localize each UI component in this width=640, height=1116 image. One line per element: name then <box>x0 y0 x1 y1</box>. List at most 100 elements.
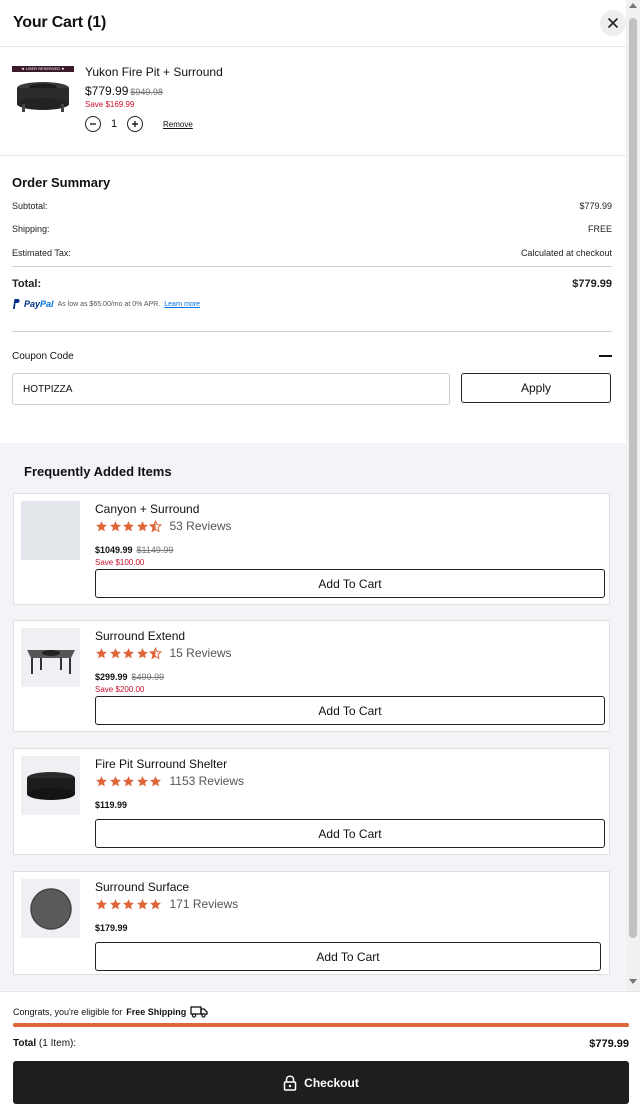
star-full-icon <box>136 520 148 531</box>
subtotal-label: Subtotal: <box>12 201 48 211</box>
checkout-label: Checkout <box>304 1075 359 1090</box>
cart-item-name[interactable]: Yukon Fire Pit + Surround <box>85 65 223 79</box>
star-rating: 53 Reviews <box>95 519 232 533</box>
product-image-placeholder[interactable] <box>21 501 80 560</box>
collapse-coupon-icon[interactable] <box>599 355 612 357</box>
cart-line-item: ★ USER RESERVED ★ Yukon Fire Pit + Surro… <box>0 48 626 156</box>
footer-total-label-rest: (1 Item): <box>36 1038 77 1049</box>
product-price: $119.99 <box>95 800 127 810</box>
add-to-cart-button[interactable]: Add To Cart <box>95 696 605 725</box>
apply-coupon-button[interactable]: Apply <box>461 373 611 403</box>
footer-total-label: Total (1 Item): <box>13 1038 76 1050</box>
star-full-icon <box>96 647 107 658</box>
surround-surface-image <box>29 887 72 930</box>
product-name[interactable]: Surround Extend <box>95 629 185 643</box>
checkout-button[interactable]: Checkout <box>13 1061 629 1104</box>
product-image[interactable] <box>21 756 80 815</box>
product-name[interactable]: Fire Pit Surround Shelter <box>95 757 227 771</box>
review-count[interactable]: 171 Reviews <box>170 897 239 911</box>
product-card: Surround Extend 15 Reviews $299.99 $499.9… <box>13 620 610 732</box>
fire-pit-image <box>17 82 69 112</box>
cart-item-price: $779.99 $949.98 <box>85 84 223 98</box>
product-card: Fire Pit Surround Shelter 1153 Reviews $… <box>13 748 610 855</box>
quantity-value: 1 <box>110 118 118 130</box>
add-to-cart-button[interactable]: Add To Cart <box>95 942 601 971</box>
product-image[interactable] <box>21 879 80 938</box>
order-summary-heading: Order Summary <box>12 175 111 190</box>
tax-label: Estimated Tax: <box>12 248 71 258</box>
paypal-logo-pay: Pay <box>24 299 41 309</box>
close-button[interactable] <box>600 10 626 36</box>
product-card: Surround Surface 171 Reviews $179.99 Add… <box>13 871 610 975</box>
scroll-down-icon[interactable] <box>629 979 637 984</box>
product-sale-price: $299.99 <box>95 672 128 682</box>
product-name[interactable]: Surround Surface <box>95 880 189 894</box>
product-card: Canyon + Surround 53 Reviews $1049.99 $11… <box>13 493 610 605</box>
badge-label: ★ USER RESERVED ★ <box>21 66 65 71</box>
increase-quantity-button[interactable] <box>127 116 143 132</box>
decrease-quantity-button[interactable] <box>85 116 101 132</box>
cart-footer: Congrats, you're eligible for Free Shipp… <box>0 991 640 1116</box>
free-shipping-bold: Free Shipping <box>126 1007 187 1017</box>
star-full-icon <box>150 775 161 786</box>
star-rating: 15 Reviews <box>95 646 232 660</box>
cart-header: Your Cart (1) <box>0 0 626 47</box>
cart-item-compare-price: $949.98 <box>130 87 163 97</box>
footer-total-label-bold: Total <box>13 1038 37 1049</box>
star-full-icon <box>150 898 161 909</box>
paypal-learn-more-link[interactable]: Learn more <box>164 301 200 308</box>
star-full-icon <box>136 898 148 909</box>
footer-total-value: $779.99 <box>589 1038 629 1050</box>
star-full-icon <box>123 520 134 531</box>
product-sale-price: $1049.99 <box>95 545 133 555</box>
product-image[interactable] <box>21 628 80 687</box>
shipping-row: Shipping: FREE <box>12 224 612 234</box>
star-half-icon <box>149 646 162 659</box>
remove-link[interactable]: Remove <box>163 120 193 129</box>
review-count[interactable]: 1153 Reviews <box>170 774 244 788</box>
subtotal-row: Subtotal: $779.99 <box>12 201 612 211</box>
coupon-input[interactable] <box>12 373 450 405</box>
cart-item-image[interactable]: ★ USER RESERVED ★ <box>12 66 74 116</box>
add-to-cart-button[interactable]: Add To Cart <box>95 569 605 598</box>
scrollbar[interactable] <box>626 0 640 991</box>
review-count[interactable]: 53 Reviews <box>170 519 232 533</box>
cart-title: Your Cart (1) <box>13 14 107 31</box>
quantity-stepper: 1 Remove <box>85 116 223 132</box>
paypal-logo: PayPal <box>24 299 54 309</box>
product-name[interactable]: Canyon + Surround <box>95 502 199 516</box>
paypal-icon <box>13 299 20 309</box>
star-rating: 1153 Reviews <box>95 774 244 788</box>
review-count[interactable]: 15 Reviews <box>170 646 232 660</box>
footer-total-row: Total (1 Item): $779.99 <box>13 1038 629 1050</box>
coupon-label: Coupon Code <box>12 351 74 362</box>
product-sale-price: $179.99 <box>95 923 128 933</box>
plus-icon <box>132 121 138 127</box>
star-full-icon <box>96 775 107 786</box>
shipping-value: FREE <box>587 224 612 234</box>
product-price: $1049.99 $1149.99 <box>95 545 173 555</box>
cart-item-savings: Save $169.99 <box>85 100 135 109</box>
free-shipping-message: Congrats, you're eligible for Free Shipp… <box>13 1006 208 1018</box>
close-icon <box>608 18 618 28</box>
add-to-cart-button[interactable]: Add To Cart <box>95 819 605 848</box>
product-savings: Save $200.00 <box>95 685 145 694</box>
cart-drawer: Your Cart (1) ★ USER RESERVED ★ Yukon Fi… <box>0 0 626 1116</box>
frequently-added-title: Frequently Added Items <box>24 464 172 479</box>
shelter-cover-image <box>26 771 75 800</box>
surround-extend-image <box>26 649 75 674</box>
product-compare-price: $499.99 <box>131 672 165 682</box>
scroll-up-icon[interactable] <box>629 3 637 8</box>
scrollbar-thumb[interactable] <box>629 18 637 938</box>
paypal-message: PayPal As low as $65.00/mo at 0% APR. Le… <box>12 299 200 309</box>
paypal-logo-pal: Pal <box>40 299 54 309</box>
product-price: $299.99 $499.99 <box>95 672 164 682</box>
star-rating: 171 Reviews <box>95 897 238 911</box>
shipping-label: Shipping: <box>12 224 50 234</box>
lock-icon <box>283 1074 297 1091</box>
progress-fill <box>13 1023 629 1027</box>
summary-divider <box>12 266 612 267</box>
product-savings: Save $100.00 <box>95 558 145 567</box>
tax-row: Estimated Tax: Calculated at checkout <box>12 248 612 258</box>
order-summary: Order Summary Subtotal: $779.99 Shipping… <box>12 175 612 290</box>
